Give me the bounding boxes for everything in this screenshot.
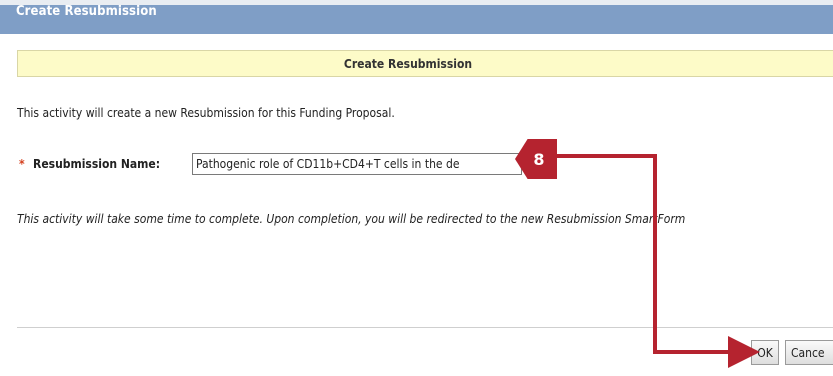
form-header: Create Resubmission xyxy=(17,50,833,77)
step-connector-line xyxy=(550,154,760,368)
dialog-title: Create Resubmission xyxy=(16,4,157,19)
form-header-title: Create Resubmission xyxy=(343,57,473,71)
resubmission-name-label: Resubmission Name: xyxy=(33,157,161,171)
ok-button[interactable]: OK xyxy=(751,340,779,365)
footer-divider xyxy=(17,327,833,328)
resubmission-name-input[interactable] xyxy=(192,153,522,175)
dialog-titlebar: Create Resubmission xyxy=(0,0,833,34)
required-marker: * xyxy=(19,157,25,171)
cancel-button[interactable]: Cance xyxy=(785,340,833,365)
intro-text: This activity will create a new Resubmis… xyxy=(17,106,395,120)
info-text: This activity will take some time to com… xyxy=(17,212,686,226)
